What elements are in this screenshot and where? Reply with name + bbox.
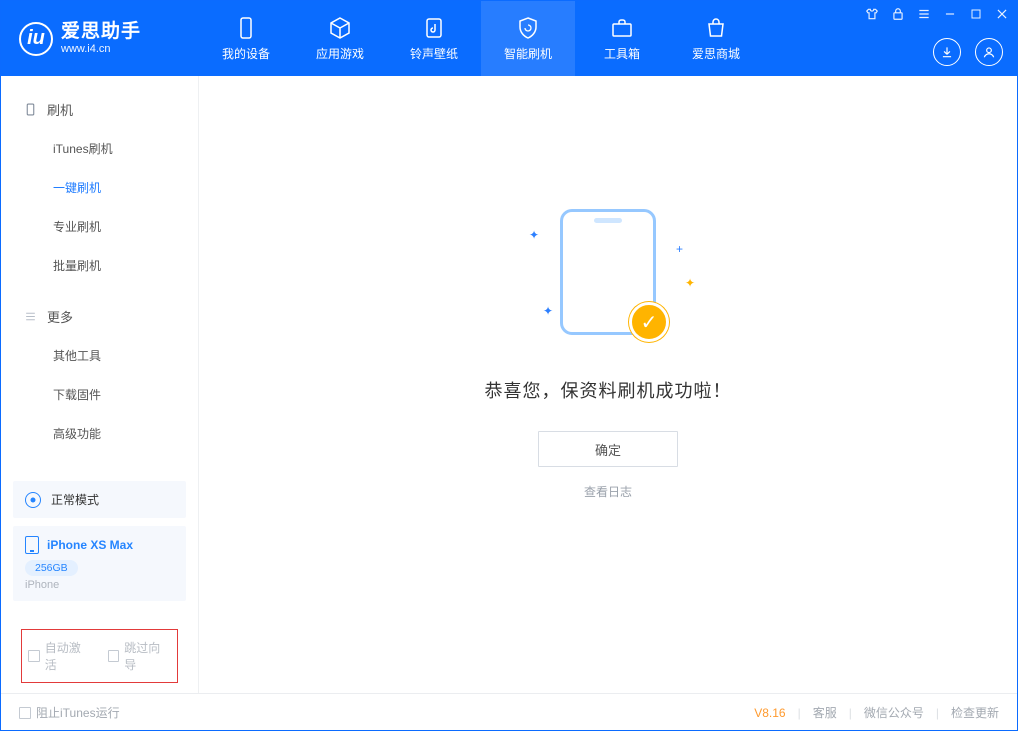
maximize-icon[interactable] xyxy=(969,7,983,21)
options-highlight-box: 自动激活 跳过向导 xyxy=(21,629,178,683)
header-right-buttons xyxy=(933,38,1003,66)
header-tabs: 我的设备 应用游戏 铃声壁纸 智能刷机 工具箱 爱思商城 xyxy=(199,1,763,76)
checkbox-label: 跳过向导 xyxy=(124,639,171,673)
tab-label: 爱思商城 xyxy=(692,45,740,62)
app-url: www.i4.cn xyxy=(61,43,141,55)
ok-button[interactable]: 确定 xyxy=(538,431,678,467)
device-type: iPhone xyxy=(25,579,174,591)
sparkle-icon: ✦ xyxy=(685,276,695,290)
checkbox-label: 自动激活 xyxy=(45,639,92,673)
mode-label: 正常模式 xyxy=(51,491,99,508)
shield-refresh-icon xyxy=(515,15,541,41)
illustration-wrap: ✓ ✦ ✦ + ✦ xyxy=(560,269,656,335)
sparkle-icon: + xyxy=(676,242,683,256)
device-capacity: 256GB xyxy=(25,560,78,576)
sidebar-item-other-tools[interactable]: 其他工具 xyxy=(1,336,198,375)
main-content: ✓ ✦ ✦ + ✦ 恭喜您，保资料刷机成功啦！ 确定 查看日志 xyxy=(199,76,1017,693)
sidebar-item-itunes-flash[interactable]: iTunes刷机 xyxy=(1,129,198,168)
tab-label: 智能刷机 xyxy=(504,45,552,62)
sidebar-group-flash: 刷机 xyxy=(1,90,198,129)
tab-label: 我的设备 xyxy=(222,45,270,62)
mode-dot-icon xyxy=(25,492,41,508)
version-label: V8.16 xyxy=(754,706,785,720)
menu-icon[interactable] xyxy=(917,7,931,21)
sidebar-item-advanced[interactable]: 高级功能 xyxy=(1,414,198,453)
group-title: 更多 xyxy=(47,307,73,326)
tshirt-icon[interactable] xyxy=(865,7,879,21)
music-file-icon xyxy=(421,15,447,41)
tab-shop[interactable]: 爱思商城 xyxy=(669,1,763,76)
header: iu 爱思助手 www.i4.cn 我的设备 应用游戏 铃声壁纸 智能刷机 工具… xyxy=(1,1,1017,76)
sidebar-item-download-firmware[interactable]: 下载固件 xyxy=(1,375,198,414)
cube-icon xyxy=(327,15,353,41)
minimize-icon[interactable] xyxy=(943,7,957,21)
sidebar-group-more: 更多 xyxy=(1,297,198,336)
logo-block[interactable]: iu 爱思助手 www.i4.cn xyxy=(1,1,199,76)
footer-link-update[interactable]: 检查更新 xyxy=(951,704,999,721)
footer: 阻止iTunes运行 V8.16 | 客服 | 微信公众号 | 检查更新 xyxy=(1,693,1017,731)
tab-label: 应用游戏 xyxy=(316,45,364,62)
phone-icon xyxy=(233,15,259,41)
tab-ringtones-wallpapers[interactable]: 铃声壁纸 xyxy=(387,1,481,76)
lock-icon[interactable] xyxy=(891,7,905,21)
phone-outline-icon xyxy=(25,536,39,554)
tab-my-device[interactable]: 我的设备 xyxy=(199,1,293,76)
tab-apps-games[interactable]: 应用游戏 xyxy=(293,1,387,76)
footer-link-service[interactable]: 客服 xyxy=(813,704,837,721)
checkbox-auto-activate[interactable]: 自动激活 xyxy=(28,639,92,673)
sidebar-item-pro-flash[interactable]: 专业刷机 xyxy=(1,207,198,246)
checkbox-label: 阻止iTunes运行 xyxy=(36,704,120,721)
tab-label: 铃声壁纸 xyxy=(410,45,458,62)
logo-icon: iu xyxy=(19,22,53,56)
close-icon[interactable] xyxy=(995,7,1009,21)
list-icon xyxy=(23,310,37,324)
window-controls xyxy=(865,7,1009,21)
checkbox-skip-guide[interactable]: 跳过向导 xyxy=(108,639,172,673)
sidebar: 刷机 iTunes刷机 一键刷机 专业刷机 批量刷机 更多 其他工具 下载固件 … xyxy=(1,76,199,693)
tab-toolbox[interactable]: 工具箱 xyxy=(575,1,669,76)
sidebar-item-batch-flash[interactable]: 批量刷机 xyxy=(1,246,198,285)
sidebar-item-oneclick-flash[interactable]: 一键刷机 xyxy=(1,168,198,207)
tab-smart-flash[interactable]: 智能刷机 xyxy=(481,1,575,76)
success-badge-icon: ✓ xyxy=(629,302,669,342)
tab-label: 工具箱 xyxy=(604,45,640,62)
device-name: iPhone XS Max xyxy=(47,538,133,552)
sparkle-icon: ✦ xyxy=(543,304,553,318)
group-title: 刷机 xyxy=(47,100,73,119)
success-message: 恭喜您，保资料刷机成功啦！ xyxy=(485,377,732,403)
download-button[interactable] xyxy=(933,38,961,66)
mode-card[interactable]: 正常模式 xyxy=(13,481,186,518)
view-log-link[interactable]: 查看日志 xyxy=(584,483,632,500)
app-name: 爱思助手 xyxy=(61,22,141,43)
briefcase-icon xyxy=(609,15,635,41)
user-button[interactable] xyxy=(975,38,1003,66)
device-card[interactable]: iPhone XS Max 256GB iPhone xyxy=(13,526,186,601)
bag-icon xyxy=(703,15,729,41)
footer-link-wechat[interactable]: 微信公众号 xyxy=(864,704,924,721)
checkbox-block-itunes[interactable]: 阻止iTunes运行 xyxy=(19,704,120,721)
sparkle-icon: ✦ xyxy=(529,228,539,242)
phone-illustration: ✓ ✦ ✦ + ✦ xyxy=(560,209,656,335)
device-icon xyxy=(23,103,37,117)
